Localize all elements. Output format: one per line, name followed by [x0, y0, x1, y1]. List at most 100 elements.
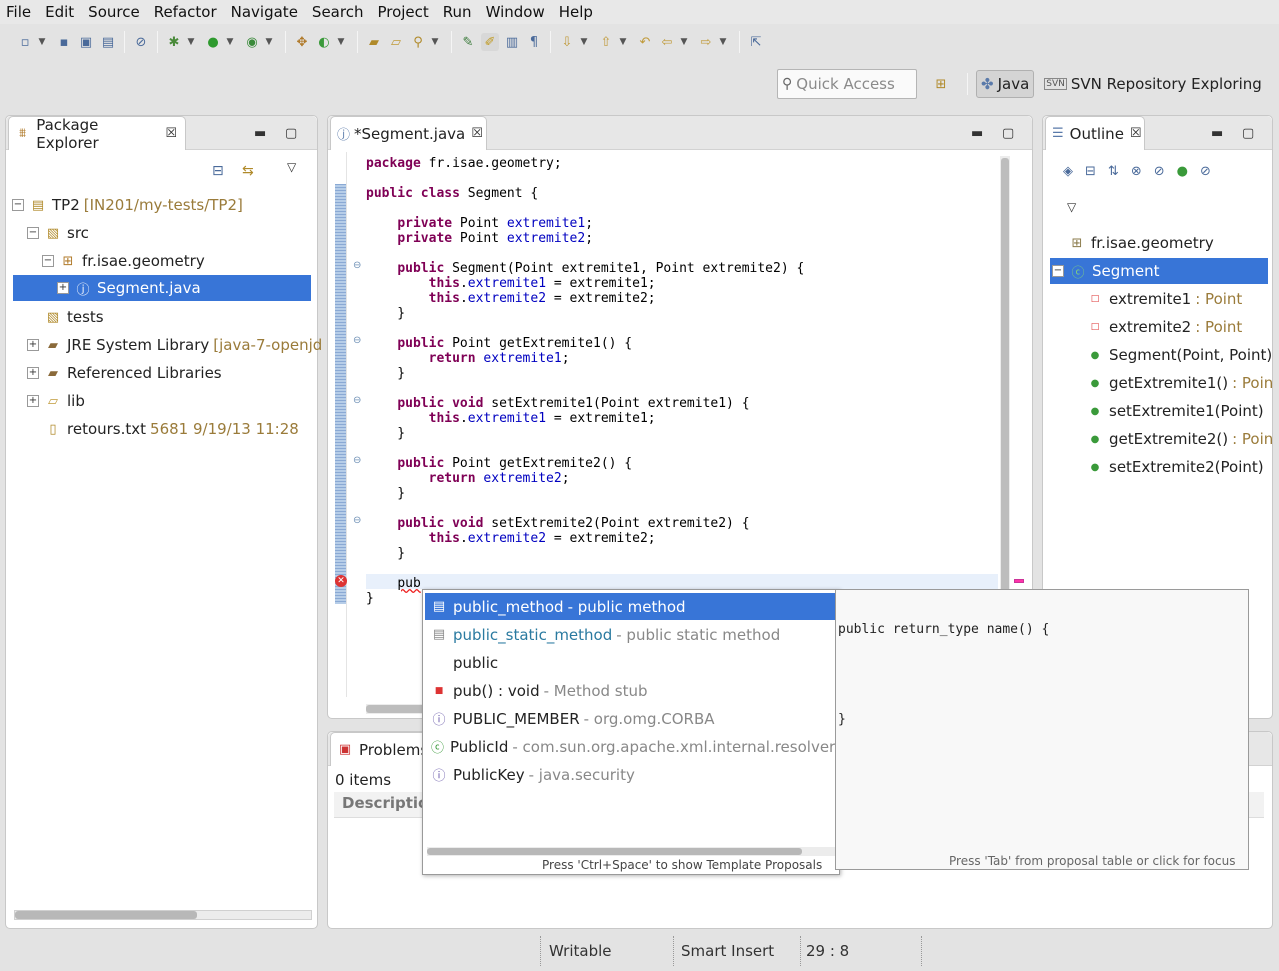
- code-line[interactable]: return extremite1;: [366, 351, 996, 366]
- menu-run[interactable]: Run: [437, 0, 480, 24]
- tree-item-jre-library[interactable]: + ▰ JRE System Library [java-7-openjd: [27, 332, 322, 358]
- overview-ruler-error-marker[interactable]: [1014, 579, 1024, 583]
- tree-item-src[interactable]: − ▧ src: [27, 220, 89, 246]
- menu-refactor[interactable]: Refactor: [148, 0, 225, 24]
- external-tools-dropdown-icon[interactable]: ▼: [264, 33, 274, 51]
- fold-icon[interactable]: ⊖: [353, 260, 361, 271]
- proposal-item[interactable]: ▤ public_static_method - public static m…: [425, 621, 835, 648]
- debug-dropdown-icon[interactable]: ▼: [186, 33, 196, 51]
- fold-icon[interactable]: ⊖: [353, 395, 361, 406]
- fold-icon[interactable]: ⊖: [353, 335, 361, 346]
- hide-fields-icon[interactable]: ⊗: [1131, 164, 1142, 179]
- hide-local-types-icon[interactable]: ⊘: [1200, 164, 1211, 179]
- close-icon[interactable]: ☒: [471, 126, 483, 141]
- block-selection-icon[interactable]: ▥: [503, 33, 521, 51]
- collapse-icon[interactable]: −: [42, 255, 54, 267]
- code-area[interactable]: package fr.isae.geometry;​public class S…: [366, 156, 996, 606]
- previous-annotation-icon[interactable]: ⇧: [597, 33, 615, 51]
- last-edit-location-icon[interactable]: ↶: [636, 33, 654, 51]
- code-line[interactable]: }: [366, 306, 996, 321]
- forward-icon[interactable]: ⇨: [697, 33, 715, 51]
- open-perspective-icon[interactable]: ⊞: [932, 75, 950, 93]
- code-line[interactable]: }: [366, 366, 996, 381]
- code-line[interactable]: this.extremite2 = extremite2;: [366, 531, 996, 546]
- collapse-icon[interactable]: −: [27, 227, 39, 239]
- horizontal-scrollbar[interactable]: [427, 847, 835, 856]
- code-line[interactable]: private Point extremite2;: [366, 231, 996, 246]
- maximize-icon[interactable]: ▢: [1242, 126, 1254, 141]
- tree-item-retours[interactable]: ▯ retours.txt 5681 9/19/13 11:28: [45, 416, 298, 442]
- code-line[interactable]: }: [366, 426, 996, 441]
- code-line[interactable]: ​: [366, 171, 996, 186]
- menu-file[interactable]: File: [0, 0, 39, 24]
- scrollbar-thumb[interactable]: [366, 705, 426, 713]
- pin-editor-icon[interactable]: ⇱: [747, 33, 765, 51]
- code-line[interactable]: public class Segment {: [366, 186, 996, 201]
- code-line[interactable]: ​: [366, 246, 996, 261]
- toggle-mark-occurrences-icon[interactable]: ✎: [459, 33, 477, 51]
- print-icon[interactable]: ▤: [99, 33, 117, 51]
- search-tool-icon[interactable]: ⚲: [409, 33, 427, 51]
- link-with-editor-icon[interactable]: ⇆: [242, 163, 254, 179]
- save-icon[interactable]: ▪: [55, 33, 73, 51]
- debug-icon[interactable]: ✱: [165, 33, 183, 51]
- next-annotation-icon[interactable]: ⇩: [558, 33, 576, 51]
- tree-item-segment-java[interactable]: + ⓙ Segment.java: [13, 275, 311, 301]
- menu-source[interactable]: Source: [82, 0, 148, 24]
- collapse-all-icon[interactable]: ⊟: [212, 163, 224, 179]
- open-type-icon[interactable]: ▰: [365, 33, 383, 51]
- collapse-icon[interactable]: −: [1052, 265, 1064, 277]
- code-line[interactable]: this.extremite1 = extremite1;: [366, 411, 996, 426]
- new-java-class-icon[interactable]: ◐: [315, 33, 333, 51]
- tree-item-lib[interactable]: + ▱ lib: [27, 388, 85, 414]
- search-dropdown-icon[interactable]: ▼: [430, 33, 440, 51]
- forward-dropdown-icon[interactable]: ▼: [718, 33, 728, 51]
- new-dropdown-icon[interactable]: ▼: [37, 33, 47, 51]
- code-line[interactable]: ​: [366, 561, 996, 576]
- perspective-svn[interactable]: SVN SVN Repository Exploring: [1040, 70, 1266, 98]
- tree-item-project[interactable]: − ▤ TP2 [IN201/my-tests/TP2]: [12, 192, 243, 218]
- view-menu-icon[interactable]: ▽: [287, 160, 296, 174]
- skip-breakpoints-icon[interactable]: ⊘: [132, 33, 150, 51]
- collapse-icon[interactable]: −: [12, 199, 24, 211]
- outline-item-field[interactable]: □ extremite1 : Point: [1087, 286, 1243, 312]
- code-line[interactable]: public void setExtremite1(Point extremit…: [366, 396, 996, 411]
- code-line[interactable]: this.extremite2 = extremite2;: [366, 291, 996, 306]
- tree-item-tests[interactable]: ▧ tests: [45, 304, 104, 330]
- horizontal-scrollbar[interactable]: [14, 910, 312, 920]
- fold-icon[interactable]: ⊖: [353, 515, 361, 526]
- outline-item-package[interactable]: ⊞ fr.isae.geometry: [1069, 230, 1214, 256]
- expand-icon[interactable]: +: [27, 339, 39, 351]
- maximize-icon[interactable]: ▢: [1002, 126, 1014, 141]
- new-class-dropdown-icon[interactable]: ▼: [336, 33, 346, 51]
- proposal-item[interactable]: public: [425, 649, 835, 676]
- run-dropdown-icon[interactable]: ▼: [225, 33, 235, 51]
- close-icon[interactable]: ☒: [165, 126, 177, 141]
- expand-icon[interactable]: +: [57, 282, 69, 294]
- show-whitespace-icon[interactable]: ¶: [525, 33, 543, 51]
- minimize-icon[interactable]: ▬: [1211, 126, 1223, 141]
- back-dropdown-icon[interactable]: ▼: [679, 33, 689, 51]
- maximize-icon[interactable]: ▢: [285, 126, 297, 141]
- hide-static-icon[interactable]: ⊘: [1154, 164, 1165, 179]
- code-line[interactable]: private Point extremite1;: [366, 216, 996, 231]
- perspective-java[interactable]: ✤ Java: [976, 70, 1035, 98]
- code-line[interactable]: ​: [366, 441, 996, 456]
- menu-window[interactable]: Window: [480, 0, 553, 24]
- code-line[interactable]: this.extremite1 = extremite1;: [366, 276, 996, 291]
- outline-tab[interactable]: ☰ Outline ☒: [1045, 116, 1145, 150]
- minimize-icon[interactable]: ▬: [971, 126, 983, 141]
- hide-non-public-icon[interactable]: ●: [1177, 164, 1188, 179]
- sort-icon[interactable]: ⇅: [1108, 164, 1119, 179]
- code-line[interactable]: return extremite2;: [366, 471, 996, 486]
- scrollbar-thumb[interactable]: [15, 911, 197, 919]
- minimize-icon[interactable]: ▬: [254, 126, 266, 141]
- open-folder-icon[interactable]: ▱: [387, 33, 405, 51]
- menu-edit[interactable]: Edit: [39, 0, 82, 24]
- fold-icon[interactable]: ⊖: [353, 455, 361, 466]
- save-all-icon[interactable]: ▣: [77, 33, 95, 51]
- close-icon[interactable]: ☒: [1130, 126, 1142, 141]
- editor-tab-segment[interactable]: ⓙ *Segment.java ☒: [330, 116, 487, 150]
- view-menu-icon[interactable]: ▽: [1067, 200, 1076, 214]
- new-java-package-icon[interactable]: ✥: [293, 33, 311, 51]
